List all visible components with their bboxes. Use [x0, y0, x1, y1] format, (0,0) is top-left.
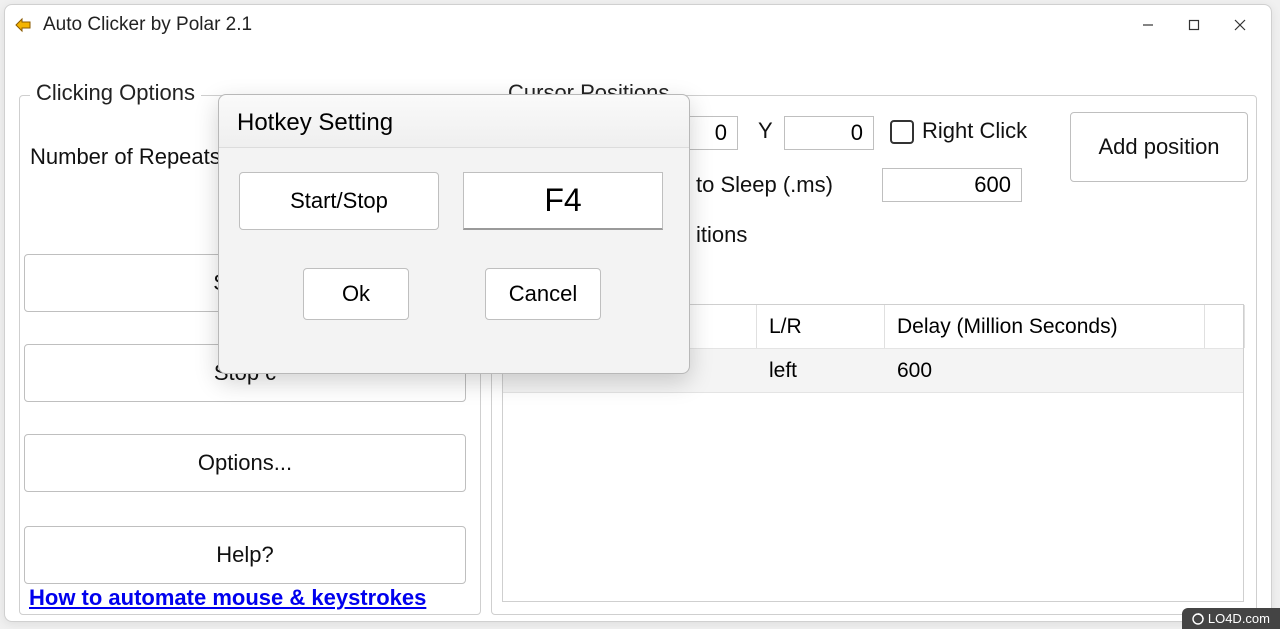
ok-button[interactable]: Ok: [303, 268, 409, 320]
startstop-button[interactable]: Start/Stop: [239, 172, 439, 230]
automate-link[interactable]: How to automate mouse & keystrokes: [29, 585, 426, 611]
add-position-label: Add position: [1098, 134, 1219, 160]
y-label: Y: [758, 118, 773, 144]
sleep-input-wrap: [882, 168, 1022, 202]
app-icon: [13, 14, 35, 36]
y-input-wrap: [784, 116, 874, 150]
number-of-repeats-label: Number of Repeats: [30, 144, 221, 170]
close-button[interactable]: [1217, 9, 1263, 41]
window-title: Auto Clicker by Polar 2.1: [43, 14, 1125, 36]
help-button-label: Help?: [216, 542, 273, 568]
sleep-input[interactable]: [882, 168, 1022, 202]
window-controls: [1125, 9, 1263, 41]
help-button[interactable]: Help?: [24, 526, 466, 584]
clicking-options-label: Clicking Options: [30, 80, 201, 106]
cell-delay: 600: [885, 353, 1205, 389]
sleep-label: to Sleep (.ms): [696, 172, 833, 198]
cancel-button[interactable]: Cancel: [485, 268, 601, 320]
y-input[interactable]: [784, 116, 874, 150]
positions-label-partial: itions: [696, 222, 747, 248]
startstop-button-label: Start/Stop: [290, 188, 388, 214]
titlebar: Auto Clicker by Polar 2.1: [5, 5, 1271, 45]
hotkey-value: F4: [544, 182, 581, 219]
watermark-badge: LO4D.com: [1182, 608, 1280, 629]
hotkey-input[interactable]: F4: [463, 172, 663, 230]
right-click-checkbox[interactable]: [890, 120, 914, 144]
options-button-label: Options...: [198, 450, 292, 476]
add-position-button[interactable]: Add position: [1070, 112, 1248, 182]
options-button[interactable]: Options...: [24, 434, 466, 492]
ok-button-label: Ok: [342, 281, 370, 307]
right-click-label: Right Click: [922, 118, 1027, 144]
col-header-scroll: [1205, 305, 1245, 348]
cancel-button-label: Cancel: [509, 281, 577, 307]
maximize-button[interactable]: [1171, 9, 1217, 41]
hotkey-setting-dialog: Hotkey Setting Start/Stop F4 Ok Cancel: [218, 94, 690, 374]
dialog-body: Start/Stop F4 Ok Cancel: [219, 148, 689, 372]
watermark-text: LO4D.com: [1208, 611, 1270, 626]
dialog-title: Hotkey Setting: [219, 95, 689, 148]
cell-lr: left: [757, 353, 885, 389]
minimize-button[interactable]: [1125, 9, 1171, 41]
col-header-lr[interactable]: L/R: [757, 305, 885, 348]
col-header-delay[interactable]: Delay (Million Seconds): [885, 305, 1205, 348]
